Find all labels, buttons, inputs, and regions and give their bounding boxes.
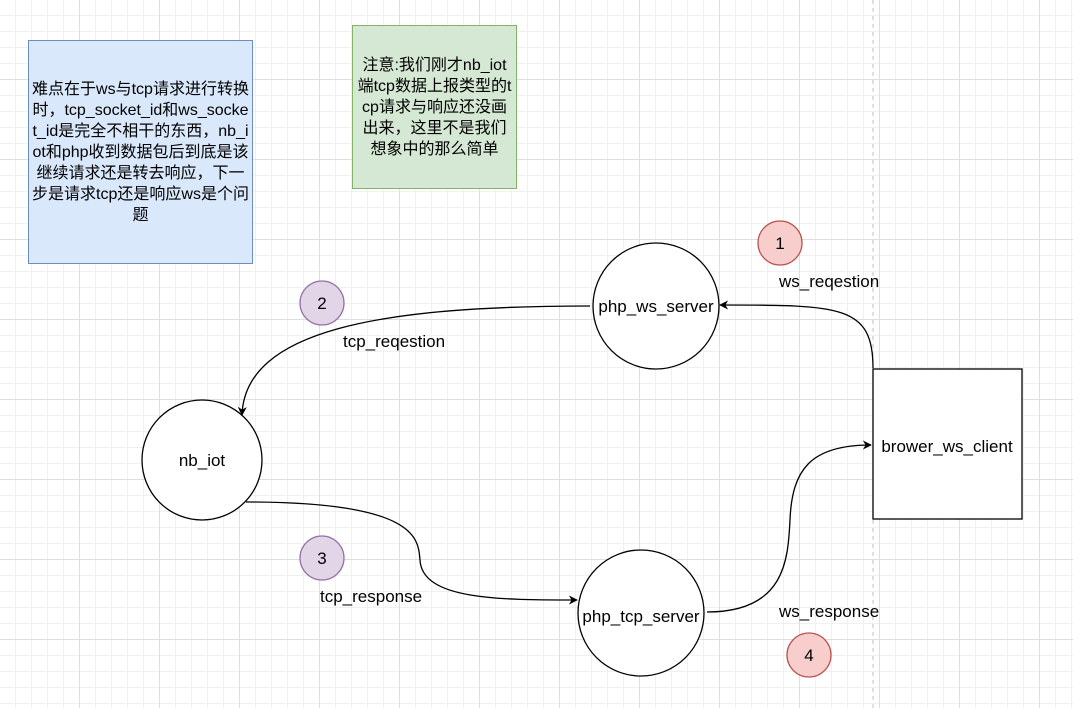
step-badge-4-label: 4	[804, 646, 813, 665]
edge-tcp-request[interactable]	[237, 305, 591, 416]
step-badge-1[interactable]: 1	[757, 220, 803, 266]
edge-label-tcp-request: tcp_reqestion	[343, 332, 445, 351]
node-brower-ws-client-label: brower_ws_client	[881, 437, 1013, 456]
edge-label-ws-response: ws_response	[778, 602, 879, 621]
step-badge-2-label: 2	[317, 294, 326, 313]
edge-label-ws-request: ws_reqestion	[778, 272, 879, 291]
edge-tcp-response[interactable]	[245, 501, 578, 605]
node-php-ws-server[interactable]: php_ws_server	[592, 242, 720, 370]
node-php-tcp-server-label: php_tcp_server	[582, 607, 700, 626]
flow-diagram: php_ws_server nb_iot php_tcp_server brow…	[141, 0, 1023, 708]
step-badge-2[interactable]: 2	[299, 280, 345, 326]
node-nb-iot-label: nb_iot	[179, 451, 226, 470]
node-brower-ws-client[interactable]: brower_ws_client	[872, 368, 1023, 520]
node-nb-iot[interactable]: nb_iot	[141, 399, 263, 521]
edge-ws-request[interactable]	[719, 300, 874, 369]
step-badge-3-label: 3	[317, 549, 326, 568]
step-badge-4[interactable]: 4	[786, 632, 832, 678]
edge-label-tcp-response: tcp_response	[320, 587, 422, 606]
edge-ws-response[interactable]	[706, 440, 872, 613]
step-badge-3[interactable]: 3	[299, 535, 345, 581]
node-php-ws-server-label: php_ws_server	[598, 297, 714, 316]
node-php-tcp-server[interactable]: php_tcp_server	[577, 549, 705, 677]
step-badge-1-label: 1	[775, 234, 784, 253]
